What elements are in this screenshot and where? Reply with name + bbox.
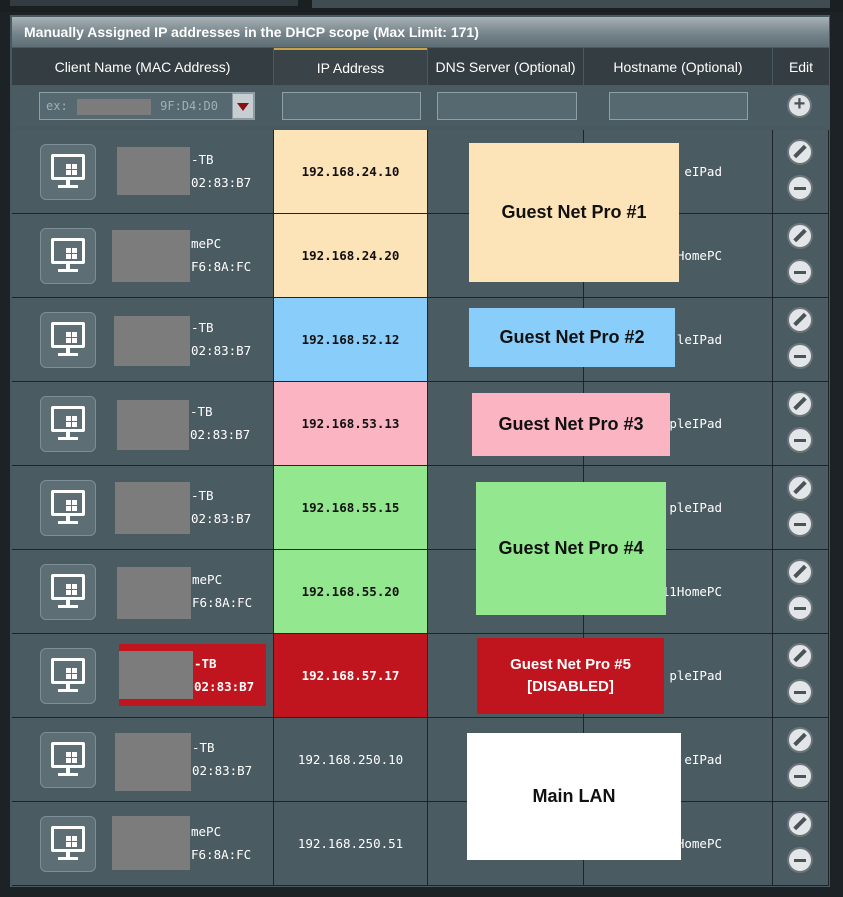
remove-icon[interactable] — [787, 259, 813, 285]
network-label-5: Guest Net Pro #5 [DISABLED] — [477, 638, 664, 714]
dns-input[interactable] — [437, 92, 577, 120]
add-icon[interactable]: + — [787, 93, 812, 118]
client-name: -TB — [191, 152, 214, 167]
desktop-windows-icon — [40, 312, 96, 368]
mac-placeholder-prefix: ex: — [46, 99, 68, 113]
network-label-2: Guest Net Pro #2 — [469, 308, 675, 367]
client-name: -TB — [192, 740, 215, 755]
remove-icon[interactable] — [787, 427, 813, 453]
hostname-value: leIPad — [676, 332, 722, 347]
redacted-name — [117, 147, 190, 195]
redacted-name — [114, 316, 190, 366]
remove-icon[interactable] — [787, 679, 813, 705]
ip-cell: 192.168.250.51 — [274, 802, 428, 886]
ip-cell: 192.168.55.15 — [274, 466, 428, 550]
client-name: -TB — [194, 656, 217, 671]
tab-left[interactable] — [10, 0, 298, 6]
ip-input[interactable] — [282, 92, 421, 120]
redacted-name — [112, 816, 190, 870]
hostname-input[interactable] — [609, 92, 748, 120]
redacted-name — [115, 482, 190, 534]
mac-redaction — [76, 98, 151, 115]
edit-icon[interactable] — [787, 475, 813, 501]
remove-icon[interactable] — [787, 847, 813, 873]
network-label-1: Guest Net Pro #1 — [469, 143, 679, 282]
col-header-edit: Edit — [773, 48, 829, 85]
desktop-windows-icon — [40, 228, 96, 284]
ip-cell: 192.168.250.10 — [274, 718, 428, 802]
redacted-name — [119, 651, 193, 699]
hostname-value: pleIPad — [669, 668, 722, 683]
redacted-name — [112, 230, 190, 282]
top-strip — [0, 0, 843, 12]
client-name: -TB — [191, 320, 214, 335]
client-mac: 02:83:B7 — [191, 511, 252, 526]
edit-icon[interactable] — [787, 643, 813, 669]
hostname-value: 11HomePC — [661, 584, 722, 599]
client-name: -TB — [191, 488, 214, 503]
client-mac: 02:83:B7 — [190, 427, 251, 442]
hostname-value: HomePC — [676, 836, 722, 851]
ip-cell: 192.168.24.20 — [274, 214, 428, 298]
edit-icon[interactable] — [787, 811, 813, 837]
desktop-windows-icon — [40, 396, 96, 452]
edit-icon[interactable] — [787, 391, 813, 417]
col-header-client: Client Name (MAC Address) — [12, 48, 273, 85]
client-mac: 02:83:B7 — [191, 343, 252, 358]
desktop-windows-icon — [40, 144, 96, 200]
hostname-value: eIPad — [684, 164, 722, 179]
client-mac: 02:83:B7 — [191, 175, 252, 190]
col-header-ip: IP Address — [274, 48, 427, 85]
edit-icon[interactable] — [787, 727, 813, 753]
client-name: mePC — [191, 824, 222, 839]
ip-cell: 192.168.53.13 — [274, 382, 428, 466]
client-name: mePC — [191, 236, 222, 251]
mac-placeholder-suffix: 9F:D4:D0 — [160, 99, 218, 113]
tab-right[interactable] — [312, 0, 830, 8]
desktop-windows-icon — [40, 648, 96, 704]
ip-cell: 192.168.24.10 — [274, 130, 428, 214]
client-name: mePC — [192, 572, 223, 587]
client-name: -TB — [190, 404, 213, 419]
col-header-hostname: Hostname (Optional) — [584, 48, 772, 85]
edit-icon[interactable] — [787, 139, 813, 165]
redacted-name — [117, 400, 189, 450]
remove-icon[interactable] — [787, 595, 813, 621]
remove-icon[interactable] — [787, 175, 813, 201]
remove-icon[interactable] — [787, 511, 813, 537]
panel-title: Manually Assigned IP addresses in the DH… — [12, 17, 829, 47]
remove-icon[interactable] — [787, 763, 813, 789]
ip-cell: 192.168.52.12 — [274, 298, 428, 382]
client-mac: F6:8A:FC — [191, 259, 252, 274]
client-mac: 02:83:B7 — [194, 679, 255, 694]
network-label-3: Guest Net Pro #3 — [472, 393, 670, 456]
client-mac: 02:83:B7 — [192, 763, 253, 778]
remove-icon[interactable] — [787, 343, 813, 369]
edit-icon[interactable] — [787, 307, 813, 333]
dropdown-arrow-icon[interactable] — [232, 93, 254, 119]
desktop-windows-icon — [40, 564, 96, 620]
desktop-windows-icon — [40, 816, 96, 872]
edit-icon[interactable] — [787, 223, 813, 249]
edit-icon[interactable] — [787, 559, 813, 585]
client-mac: F6:8A:FC — [191, 847, 252, 862]
desktop-windows-icon — [40, 732, 96, 788]
redacted-name — [115, 733, 191, 791]
network-label-4: Guest Net Pro #4 — [476, 482, 666, 615]
hostname-value: pleIPad — [669, 500, 722, 515]
mac-input[interactable]: ex: 9F:D4:D0 — [39, 92, 255, 120]
desktop-windows-icon — [40, 480, 96, 536]
hostname-value: pleIPad — [669, 416, 722, 431]
ip-cell: 192.168.57.17 — [274, 634, 428, 718]
hostname-value: eIPad — [684, 752, 722, 767]
ip-cell: 192.168.55.20 — [274, 550, 428, 634]
client-mac: F6:8A:FC — [192, 595, 253, 610]
redacted-name — [117, 567, 191, 619]
network-label-6: Main LAN — [467, 733, 681, 860]
col-header-dns: DNS Server (Optional) — [428, 48, 583, 85]
